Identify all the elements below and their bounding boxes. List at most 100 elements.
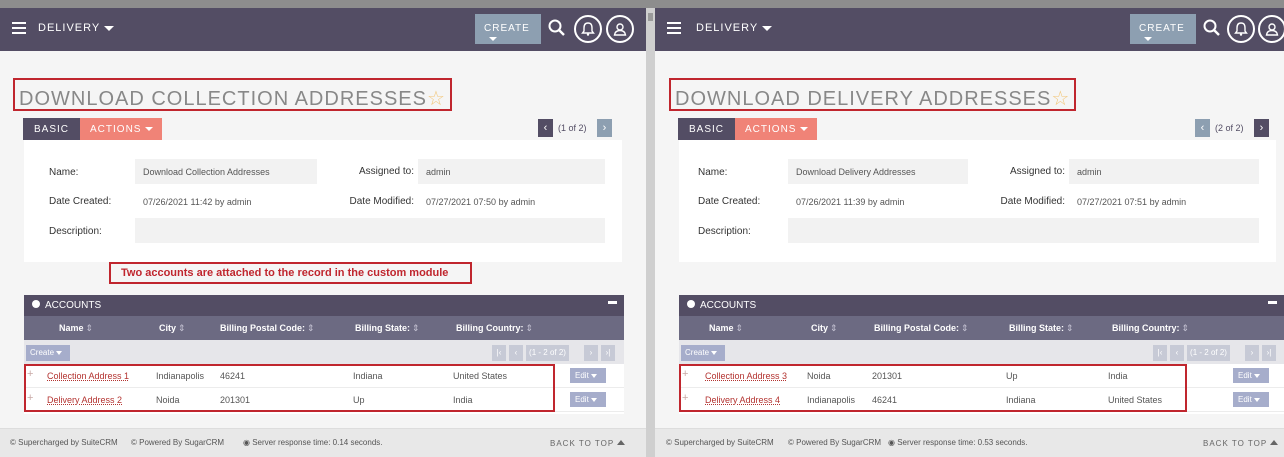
- page-range: (1 - 2 of 2): [1187, 345, 1230, 361]
- left-window: DELIVERY CREATE DOWNLOAD COLLECTION ADDR…: [0, 8, 646, 457]
- server-response: ◉ Server response time: 0.53 seconds.: [888, 438, 1028, 447]
- user-icon[interactable]: [606, 15, 634, 43]
- last-page-button[interactable]: ›|: [601, 345, 615, 361]
- prev-page-button[interactable]: ‹: [509, 345, 523, 361]
- record-detail-panel: Name: Download Collection Addresses Assi…: [24, 140, 622, 262]
- hamburger-icon[interactable]: [12, 22, 26, 34]
- module-menu[interactable]: DELIVERY: [38, 22, 115, 34]
- user-icon[interactable]: [1258, 15, 1284, 43]
- search-icon[interactable]: [547, 18, 567, 38]
- assigned-to-label: Assigned to:: [1009, 166, 1065, 177]
- top-nav-bar: DELIVERY CREATE: [0, 8, 646, 51]
- description-label: Description:: [698, 226, 751, 237]
- tab-basic[interactable]: BASIC: [678, 118, 736, 140]
- column-billing-postal-code[interactable]: Billing Postal Code: ⇕: [220, 323, 315, 334]
- last-page-button[interactable]: ›|: [1262, 345, 1276, 361]
- back-to-top-link[interactable]: BACK TO TOP: [1203, 439, 1279, 448]
- chevron-down-icon: [104, 25, 115, 31]
- annotation-note: Two accounts are attached to the record …: [109, 262, 472, 284]
- chevron-down-icon: [800, 127, 809, 132]
- description-label: Description:: [49, 226, 102, 237]
- supercharged-link[interactable]: © Supercharged by SuiteCRM: [10, 438, 118, 447]
- column-billing-state[interactable]: Billing State: ⇕: [1009, 323, 1074, 334]
- record-detail-panel: Name: Download Delivery Addresses Assign…: [679, 140, 1276, 262]
- previous-record-button[interactable]: ‹: [1195, 119, 1210, 137]
- assigned-to-value: admin: [418, 159, 605, 184]
- create-button[interactable]: CREATE: [475, 14, 541, 44]
- name-value: Download Collection Addresses: [135, 159, 317, 184]
- create-label: CREATE: [484, 23, 530, 34]
- assigned-to-label: Assigned to:: [358, 166, 414, 177]
- column-billing-country[interactable]: Billing Country: ⇕: [456, 323, 533, 334]
- sort-icon: ⇕: [85, 323, 94, 333]
- actions-label: ACTIONS: [90, 124, 142, 135]
- subpanel-create-button[interactable]: Create: [26, 345, 70, 361]
- tab-basic[interactable]: BASIC: [23, 118, 81, 140]
- supercharged-link[interactable]: © Supercharged by SuiteCRM: [666, 438, 774, 447]
- chevron-down-icon: [1253, 373, 1260, 378]
- subpanel-toolbar: Create |‹ ‹ (1 - 2 of 2) › ›|: [24, 340, 624, 364]
- assigned-to-value: admin: [1069, 159, 1259, 184]
- column-name[interactable]: Name ⇕: [709, 323, 743, 334]
- date-modified-label: Date Modified:: [349, 196, 414, 207]
- chevron-down-icon: [762, 25, 773, 31]
- edit-button[interactable]: Edit: [570, 368, 606, 383]
- accounts-subpanel-header[interactable]: ACCOUNTS: [679, 295, 1284, 316]
- chevron-down-icon: [489, 37, 497, 42]
- window-divider[interactable]: [646, 8, 655, 457]
- record-count: (2 of 2): [1215, 123, 1244, 133]
- footer: © Supercharged by SuiteCRM © Powered By …: [0, 428, 646, 457]
- module-label: DELIVERY: [696, 22, 759, 34]
- next-page-button[interactable]: ›: [1245, 345, 1259, 361]
- page-range: (1 - 2 of 2): [526, 345, 569, 361]
- column-billing-country[interactable]: Billing Country: ⇕: [1112, 323, 1189, 334]
- date-modified-value: 07/27/2021 07:50 by admin: [418, 189, 605, 214]
- chevron-down-icon: [711, 350, 718, 355]
- edit-button[interactable]: Edit: [570, 392, 606, 407]
- accounts-subpanel-header[interactable]: ACCOUNTS: [24, 295, 624, 316]
- search-icon[interactable]: [1202, 18, 1222, 38]
- back-to-top-link[interactable]: BACK TO TOP: [550, 439, 626, 448]
- prev-page-button[interactable]: ‹: [1170, 345, 1184, 361]
- first-page-button[interactable]: |‹: [1153, 345, 1167, 361]
- create-button[interactable]: CREATE: [1130, 14, 1196, 44]
- actions-dropdown[interactable]: ACTIONS: [80, 118, 163, 140]
- next-page-button[interactable]: ›: [584, 345, 598, 361]
- column-name[interactable]: Name ⇕: [59, 323, 93, 334]
- chevron-down-icon: [1253, 397, 1260, 402]
- record-title-box: DOWNLOAD COLLECTION ADDRESSES☆: [13, 78, 452, 111]
- module-menu[interactable]: DELIVERY: [696, 22, 773, 34]
- hamburger-icon[interactable]: [667, 22, 681, 34]
- chevron-down-icon: [56, 350, 63, 355]
- date-created-label: Date Created:: [698, 196, 761, 207]
- chevron-down-icon: [590, 373, 597, 378]
- star-icon[interactable]: ☆: [1051, 88, 1070, 110]
- column-city[interactable]: City ⇕: [159, 323, 186, 334]
- powered-link[interactable]: © Powered By SugarCRM: [788, 438, 881, 447]
- column-billing-postal-code[interactable]: Billing Postal Code: ⇕: [874, 323, 969, 334]
- powered-link[interactable]: © Powered By SugarCRM: [131, 438, 224, 447]
- notification-icon[interactable]: [574, 15, 602, 43]
- first-page-button[interactable]: |‹: [492, 345, 506, 361]
- notification-icon[interactable]: [1227, 15, 1255, 43]
- chevron-down-icon: [1144, 37, 1152, 42]
- scroll-knob[interactable]: [648, 13, 653, 21]
- description-value: [788, 218, 1259, 243]
- top-nav-bar: DELIVERY CREATE: [655, 8, 1284, 51]
- column-city[interactable]: City ⇕: [811, 323, 838, 334]
- minimize-icon[interactable]: [1268, 301, 1277, 304]
- subpanel-create-button[interactable]: Create: [681, 345, 725, 361]
- column-billing-state[interactable]: Billing State: ⇕: [355, 323, 420, 334]
- next-record-button[interactable]: ›: [1254, 119, 1269, 137]
- edit-button[interactable]: Edit: [1233, 392, 1269, 407]
- edit-button[interactable]: Edit: [1233, 368, 1269, 383]
- sort-icon: ⇕: [735, 323, 744, 333]
- accounts-column-headers: Name ⇕ City ⇕ Billing Postal Code: ⇕ Billin…: [679, 316, 1284, 340]
- next-record-button[interactable]: ›: [597, 119, 612, 137]
- chevron-up-icon: [617, 440, 626, 445]
- minimize-icon[interactable]: [608, 301, 617, 304]
- actions-dropdown[interactable]: ACTIONS: [735, 118, 818, 140]
- name-label: Name:: [49, 167, 79, 178]
- previous-record-button[interactable]: ‹: [538, 119, 553, 137]
- star-icon[interactable]: ☆: [427, 88, 446, 110]
